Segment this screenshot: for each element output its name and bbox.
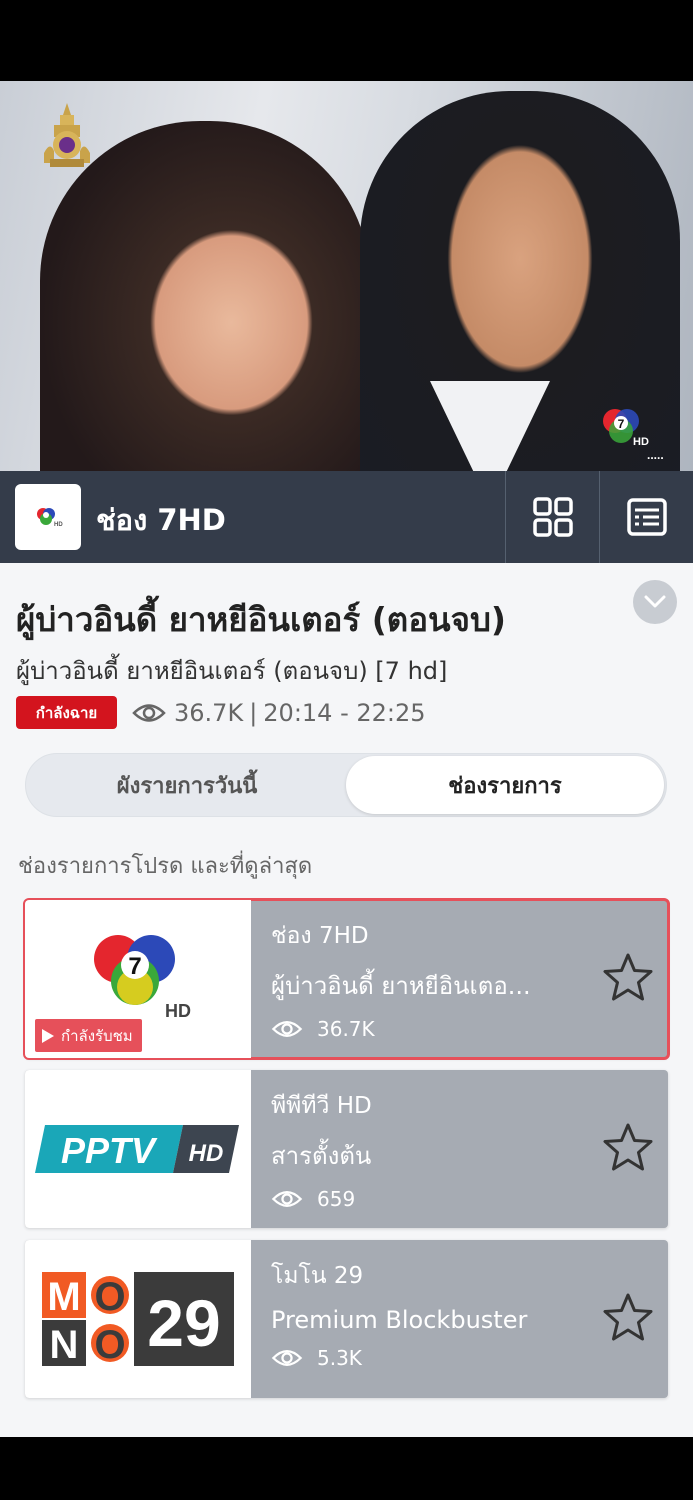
svg-text:M: M: [47, 1275, 80, 1319]
svg-text:29: 29: [147, 1286, 220, 1360]
ch7hd-watermark-icon: 7 HD .....: [603, 409, 664, 461]
channel-view-count: 36.7K: [317, 1017, 375, 1041]
channel-card-ch7hd[interactable]: 7 HD กำลังรับชม ช่อง 7HD ผู้บ่าวอินดี้ ย…: [23, 898, 670, 1060]
channel-header: HD ช่อง 7HD: [0, 471, 693, 563]
expand-details-button[interactable]: [633, 580, 677, 624]
now-watching-badge: กำลังรับชม: [35, 1019, 142, 1052]
pptv-hd-logo-icon: PPTV HD: [35, 1125, 239, 1173]
section-title: ช่องรายการโปรด และที่ดูล่าสุด: [18, 854, 313, 879]
svg-text:.....: .....: [647, 448, 664, 461]
svg-text:7: 7: [618, 417, 625, 431]
channel-thumb-pptv: PPTV HD: [25, 1070, 251, 1228]
channel-card-pptv[interactable]: PPTV HD พีพีทีวี HD สารตั้งต้น 659: [25, 1070, 668, 1228]
channel-info: ช่อง 7HD ผู้บ่าวอินดี้ ยาหยีอินเตอ... 36…: [271, 918, 588, 1041]
program-time-range: 20:14 - 22:25: [263, 698, 426, 727]
channel-info: โมโน 29 Premium Blockbuster 5.3K: [271, 1258, 588, 1370]
main-content: ผู้บ่าวอินดี้ ยาหยีอินเตอร์ (ตอนจบ) ผู้บ…: [0, 563, 693, 1437]
channel-view-count: 659: [317, 1187, 356, 1211]
grid-view-button[interactable]: [505, 471, 599, 563]
program-title: ผู้บ่าวอินดี้ ยาหยีอินเตอร์ (ตอนจบ): [16, 600, 506, 639]
channel-thumb-mono29: M O N O 29: [25, 1240, 251, 1398]
live-badge: กำลังฉาย: [16, 696, 117, 729]
play-icon: [42, 1028, 54, 1043]
tab-bar: ผังรายการวันนี้ ช่องรายการ: [25, 753, 667, 817]
status-bar: [0, 0, 693, 81]
program-list-button[interactable]: [599, 471, 693, 563]
favorite-star-icon[interactable]: [602, 1122, 654, 1174]
svg-text:PPTV: PPTV: [61, 1130, 158, 1171]
svg-text:N: N: [50, 1323, 79, 1366]
channel-name: ช่อง 7HD: [96, 503, 226, 537]
video-frame-person-left: [40, 121, 370, 471]
channel-views: 36.7K: [271, 1017, 588, 1041]
eye-icon: [271, 1021, 303, 1037]
channel-views: 659: [271, 1187, 588, 1211]
tab-today-schedule[interactable]: ผังรายการวันนี้: [28, 756, 346, 814]
channel-view-count: 5.3K: [317, 1346, 362, 1370]
now-watching-label: กำลังรับชม: [61, 1026, 133, 1045]
ch7hd-logo-icon: 7 HD: [94, 935, 191, 1021]
svg-text:HD: HD: [189, 1140, 224, 1167]
program-subtitle: ผู้บ่าวอินดี้ ยาหยีอินเตอร์ (ตอนจบ) [7 h…: [16, 657, 448, 685]
tab-channels[interactable]: ช่องรายการ: [346, 756, 664, 814]
channel-card-mono29[interactable]: M O N O 29 โมโน 29 Premium Blockbuster 5…: [25, 1240, 668, 1398]
svg-text:O: O: [94, 1323, 125, 1366]
stats-separator: |: [249, 698, 258, 727]
channel-name: พีพีทีวี HD: [271, 1093, 372, 1119]
channel-thumb-ch7hd: 7 HD กำลังรับชม: [25, 900, 251, 1058]
svg-text:O: O: [94, 1275, 125, 1319]
system-navigation-bar: [0, 1437, 693, 1500]
mono29-logo-icon: M O N O 29: [42, 1272, 234, 1366]
eye-icon: [132, 703, 166, 722]
channel-current-program: Premium Blockbuster: [271, 1306, 528, 1334]
channel-current-program: ผู้บ่าวอินดี้ ยาหยีอินเตอ...: [271, 972, 531, 1000]
favorite-star-icon[interactable]: [602, 1292, 654, 1344]
viewer-count: 36.7K: [174, 698, 244, 727]
next-section-title-partial: [28, 1423, 228, 1437]
channel-info: พีพีทีวี HD สารตั้งต้น 659: [271, 1088, 588, 1211]
svg-text:HD: HD: [633, 436, 649, 448]
program-stats: 36.7K | 20:14 - 22:25: [132, 696, 426, 729]
eye-icon: [271, 1350, 303, 1366]
video-player[interactable]: 7 HD .....: [0, 81, 693, 471]
channel-name: ช่อง 7HD: [271, 923, 369, 949]
favorite-star-icon[interactable]: [602, 952, 654, 1004]
royal-emblem-icon: [44, 103, 90, 167]
channel-name: โมโน 29: [271, 1263, 364, 1289]
grid-view-icon: [532, 497, 573, 537]
program-list-icon: [626, 498, 667, 536]
chevron-down-icon: [644, 595, 666, 608]
svg-text:HD: HD: [165, 1001, 191, 1021]
svg-text:7: 7: [128, 953, 141, 980]
channel-logo[interactable]: HD: [15, 484, 81, 550]
ch7hd-logo-icon: HD: [37, 508, 63, 528]
svg-text:HD: HD: [54, 522, 63, 528]
channel-views: 5.3K: [271, 1346, 588, 1370]
eye-icon: [271, 1191, 303, 1207]
channel-current-program: สารตั้งต้น: [271, 1142, 372, 1170]
